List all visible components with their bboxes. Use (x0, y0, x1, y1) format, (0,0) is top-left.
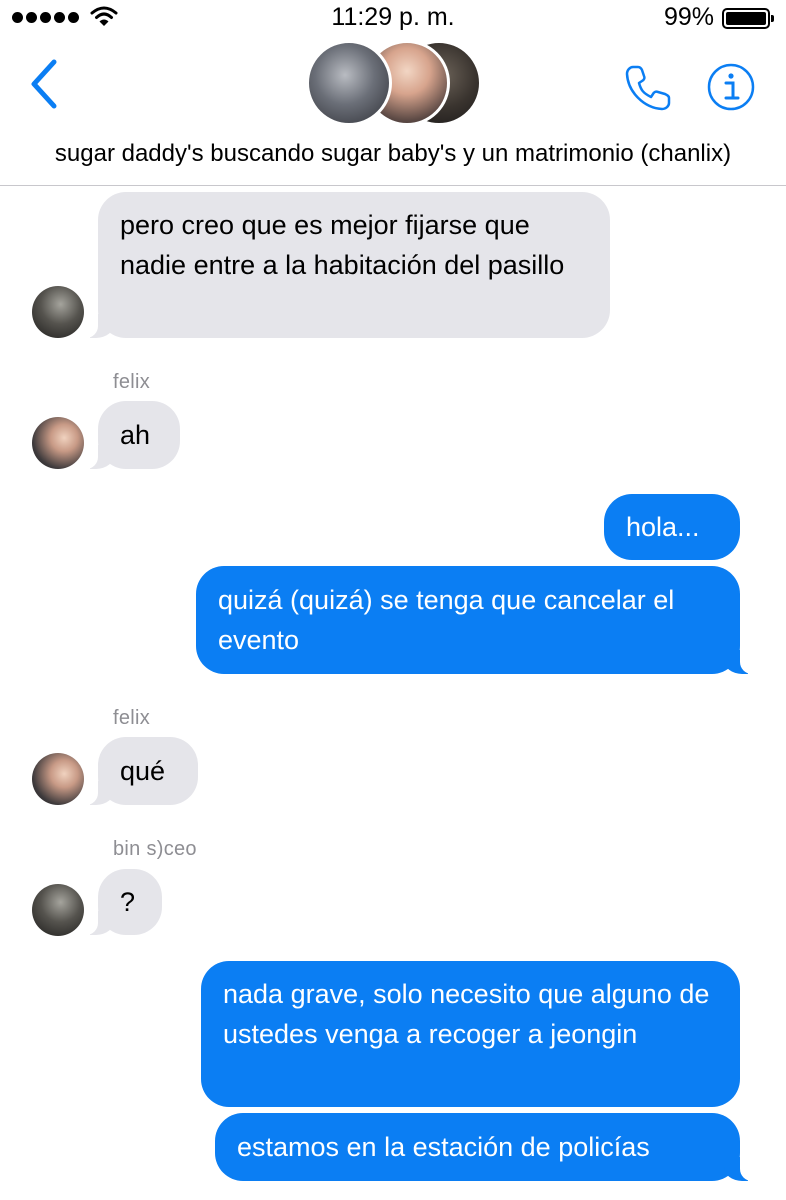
sender-name: felix (113, 371, 151, 393)
message-text: quizá (quizá) se tenga que cancelar el e… (218, 585, 675, 655)
status-bar: 11:29 p. m. 99% (0, 0, 786, 36)
avatar (32, 884, 84, 936)
message-text: qué (120, 756, 166, 786)
avatar (32, 286, 84, 338)
message-text: pero creo que es mejor fijarse que nadie… (120, 210, 565, 280)
message-list: pero creo que es mejor fijarse que nadie… (0, 187, 786, 1200)
message-bubble-outgoing[interactable]: nada grave, solo necesito que alguno de … (201, 961, 740, 1107)
sender-name: bin s)ceo (113, 838, 197, 860)
message-bubble-incoming[interactable]: ? (84, 869, 162, 935)
avatar (32, 417, 84, 469)
avatar (306, 40, 392, 126)
message-bubble-incoming[interactable]: qué (84, 737, 198, 805)
message-text: hola... (626, 512, 700, 542)
sender-name: felix (113, 707, 151, 729)
message-bubble-incoming[interactable]: ah (84, 401, 180, 469)
conversation-header: sugar daddy's buscando sugar baby's y un… (0, 36, 786, 186)
message-bubble-outgoing[interactable]: hola... (604, 494, 740, 560)
message-bubble-incoming[interactable]: pero creo que es mejor fijarse que nadie… (84, 192, 610, 338)
group-name[interactable]: sugar daddy's buscando sugar baby's y un… (0, 140, 786, 168)
message-text: nada grave, solo necesito que alguno de … (223, 979, 710, 1049)
message-text: ? (120, 887, 136, 917)
message-text: estamos en la estación de policías (237, 1132, 650, 1162)
chevron-left-icon[interactable] (26, 56, 66, 112)
battery-icon (722, 8, 774, 29)
info-icon[interactable] (706, 62, 756, 112)
group-avatar-stack[interactable] (306, 38, 486, 128)
message-bubble-outgoing[interactable]: quizá (quizá) se tenga que cancelar el e… (196, 566, 754, 674)
message-bubble-outgoing[interactable]: estamos en la estación de policías (215, 1113, 754, 1181)
message-text: ah (120, 420, 151, 450)
battery-percent: 99% (663, 3, 714, 31)
avatar (32, 753, 84, 805)
phone-icon[interactable] (622, 62, 674, 114)
